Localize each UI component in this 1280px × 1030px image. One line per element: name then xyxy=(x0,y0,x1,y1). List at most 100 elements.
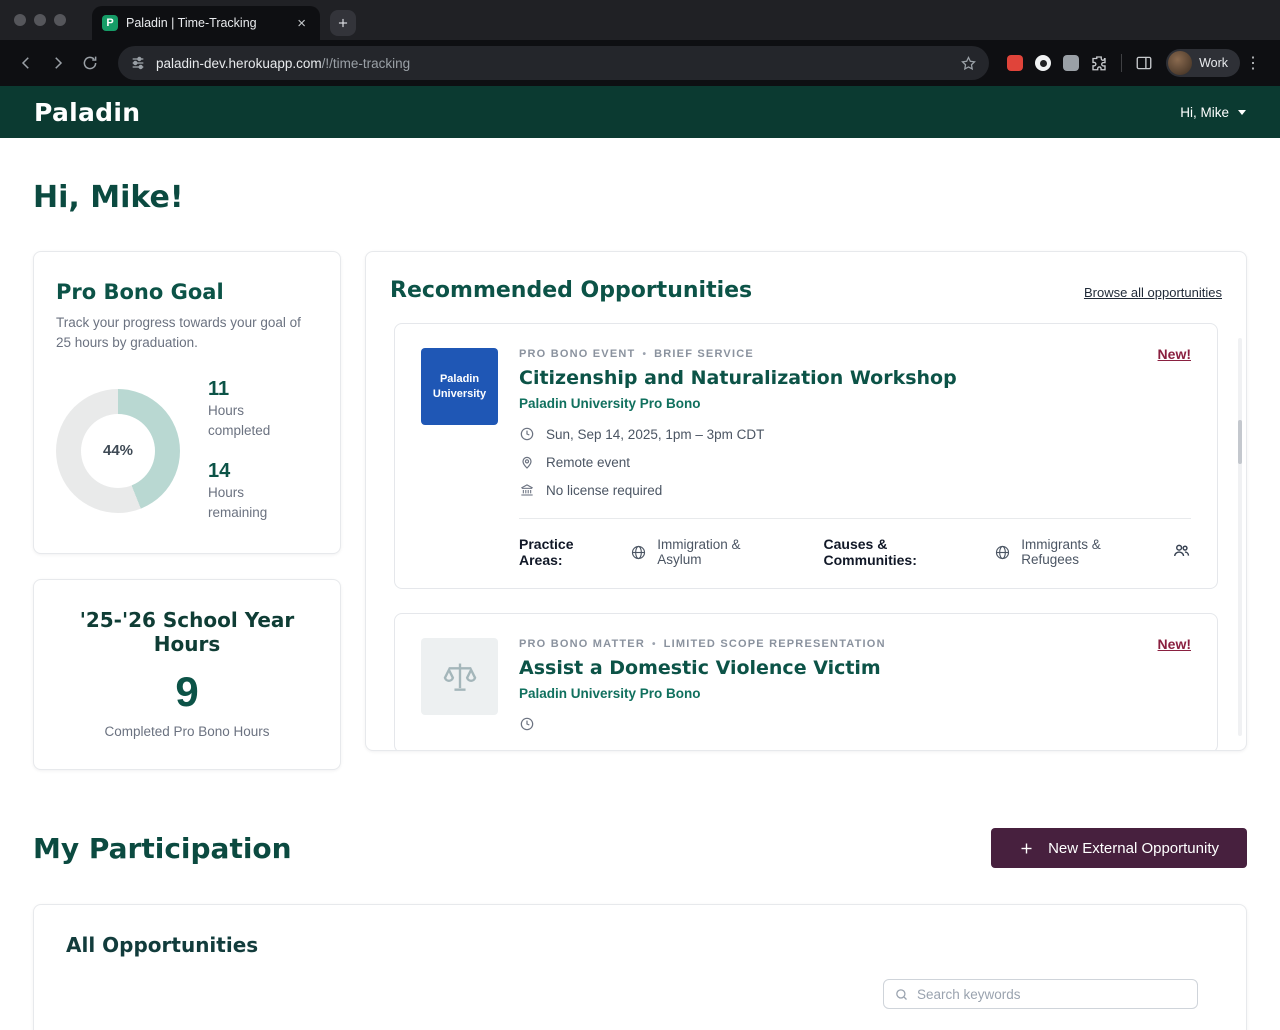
search-keywords-box[interactable] xyxy=(883,979,1198,1010)
opportunity-logo: Paladin University xyxy=(421,348,498,425)
recommended-opportunities-card: Recommended Opportunities Browse all opp… xyxy=(365,251,1247,751)
window-zoom-button[interactable] xyxy=(54,14,66,26)
datetime-text: Sun, Sep 14, 2025, 1pm – 3pm CDT xyxy=(546,426,765,442)
window-close-button[interactable] xyxy=(14,14,26,26)
opportunity-title[interactable]: Citizenship and Naturalization Workshop xyxy=(519,367,957,389)
browser-titlebar: P Paladin | Time-Tracking × xyxy=(0,0,1280,40)
browse-all-opportunities-link[interactable]: Browse all opportunities xyxy=(1084,285,1222,300)
search-icon xyxy=(896,988,907,1000)
dot-separator: • xyxy=(642,348,648,360)
goal-card-title: Pro Bono Goal xyxy=(56,280,224,304)
bank-icon xyxy=(521,484,533,496)
hours-remaining-stat: 14 Hours remaining xyxy=(208,460,294,524)
opportunity-datetime: Sun, Sep 14, 2025, 1pm – 3pm CDT xyxy=(519,426,957,442)
extensions-menu-button[interactable] xyxy=(1085,49,1113,77)
tab-favicon: P xyxy=(102,15,118,31)
opportunity-logo xyxy=(421,638,498,715)
url-text[interactable]: paladin-dev.herokuapp.com/!/time-trackin… xyxy=(156,56,950,71)
browser-profile-chip[interactable]: Work xyxy=(1166,49,1240,77)
practice-areas-value: Immigration & Asylum xyxy=(657,537,741,567)
location-text: Remote event xyxy=(546,454,631,470)
forward-icon xyxy=(55,57,63,69)
side-panel-icon xyxy=(1136,56,1152,70)
my-participation-title: My Participation xyxy=(33,831,292,865)
recommended-title: Recommended Opportunities xyxy=(390,278,753,303)
scrollbar-track[interactable] xyxy=(1238,338,1242,736)
opportunity-content: PRO BONO EVENT • BRIEF SERVICE Citizensh… xyxy=(519,348,957,498)
causes-label: Causes & Communities: xyxy=(823,536,917,568)
hours-completed-stat: 11 Hours completed xyxy=(208,378,294,442)
new-external-opportunity-label: New External Opportunity xyxy=(1048,839,1219,857)
search-input[interactable] xyxy=(917,986,1187,1002)
communities-indicator xyxy=(1172,541,1191,563)
extension-password-icon[interactable] xyxy=(1001,49,1029,77)
goal-donut-chart: 44% xyxy=(56,388,180,513)
causes-value: Immigrants & Refugees xyxy=(1021,537,1101,567)
opportunity-content: PRO BONO MATTER • LIMITED SCOPE REPRESEN… xyxy=(519,638,886,732)
url-path: /!/time-tracking xyxy=(321,55,411,71)
browser-menu-button[interactable]: ⋮ xyxy=(1240,53,1266,73)
clock-icon xyxy=(520,717,534,731)
dot-separator: • xyxy=(651,638,657,650)
hours-remaining-value: 14 xyxy=(208,459,231,482)
side-panel-button[interactable] xyxy=(1130,49,1158,77)
opportunity-title[interactable]: Assist a Domestic Violence Victim xyxy=(519,657,886,679)
new-tab-button[interactable] xyxy=(330,10,356,36)
scrollbar-thumb[interactable] xyxy=(1238,420,1242,464)
browser-toolbar: paladin-dev.herokuapp.com/!/time-trackin… xyxy=(0,40,1280,86)
bookmark-star-icon[interactable] xyxy=(960,55,977,72)
opportunity-service-type: LIMITED SCOPE REPRESENTATION xyxy=(663,638,886,650)
browser-tab[interactable]: P Paladin | Time-Tracking × xyxy=(92,6,320,40)
license-text: No license required xyxy=(546,482,663,498)
opportunity-card[interactable]: New! PRO BONO MATTER • LIMITED SCOPE REP… xyxy=(394,613,1218,750)
scales-icon xyxy=(443,663,476,691)
user-menu[interactable]: Hi, Mike xyxy=(1180,105,1246,120)
paladin-logo: Paladin xyxy=(34,97,141,127)
goal-card-description: Track your progress towards your goal of… xyxy=(56,315,301,350)
user-menu-label: Hi, Mike xyxy=(1180,104,1229,120)
tab-close-icon[interactable]: × xyxy=(293,14,310,33)
red-extension-icon xyxy=(1007,55,1024,71)
site-info-icon[interactable] xyxy=(130,55,146,71)
opportunity-org[interactable]: Paladin University Pro Bono xyxy=(519,686,886,701)
profile-avatar xyxy=(1168,51,1193,75)
all-opportunities-title: All Opportunities xyxy=(66,933,259,958)
puzzle-icon xyxy=(1092,56,1106,71)
extension-clock-icon[interactable] xyxy=(1029,49,1057,77)
people-icon xyxy=(1174,544,1190,557)
plus-icon xyxy=(1021,843,1032,854)
opportunity-type: PRO BONO MATTER xyxy=(519,638,645,650)
goal-percent: 44% xyxy=(102,442,134,460)
page-greeting: Hi, Mike! xyxy=(33,180,184,215)
new-external-opportunity-button[interactable]: New External Opportunity xyxy=(991,828,1247,869)
window-minimize-button[interactable] xyxy=(34,14,46,26)
opportunity-card[interactable]: New! Paladin University PRO BONO EVENT •… xyxy=(394,323,1218,589)
app-header: Paladin Hi, Mike xyxy=(0,86,1280,138)
chevron-down-icon xyxy=(1238,109,1246,115)
back-button[interactable] xyxy=(10,47,42,79)
school-year-label: Completed Pro Bono Hours xyxy=(104,724,270,740)
opportunity-location: Remote event xyxy=(519,454,957,470)
all-opportunities-card: All Opportunities Status ⋮ Source ⋮ Oppo… xyxy=(33,904,1247,1030)
back-icon xyxy=(21,57,29,69)
forward-button[interactable] xyxy=(42,47,74,79)
left-column: Pro Bono Goal Track your progress toward… xyxy=(33,251,341,771)
globe-icon xyxy=(632,545,646,559)
globe-icon xyxy=(996,545,1010,559)
reload-icon xyxy=(83,56,97,70)
address-bar[interactable]: paladin-dev.herokuapp.com/!/time-trackin… xyxy=(118,46,990,80)
practice-areas-label: Practice Areas: xyxy=(519,536,574,568)
opportunity-datetime xyxy=(519,716,886,732)
tab-title: Paladin | Time-Tracking xyxy=(126,16,257,30)
new-badge: New! xyxy=(1157,636,1191,652)
goal-stats: 11 Hours completed 14 Hours remaining xyxy=(208,378,294,523)
hours-remaining-label: Hours remaining xyxy=(208,484,268,520)
main-content: Hi, Mike! Pro Bono Goal Track your progr… xyxy=(0,180,1280,1030)
opportunity-org[interactable]: Paladin University Pro Bono xyxy=(519,396,957,411)
school-year-title: '25-'26 School Year Hours xyxy=(79,608,295,657)
toolbar-divider xyxy=(1121,54,1123,72)
reload-button[interactable] xyxy=(74,47,106,79)
plus-icon xyxy=(338,18,348,28)
opportunity-license: No license required xyxy=(519,482,957,498)
extension-gray-icon[interactable] xyxy=(1057,49,1085,77)
